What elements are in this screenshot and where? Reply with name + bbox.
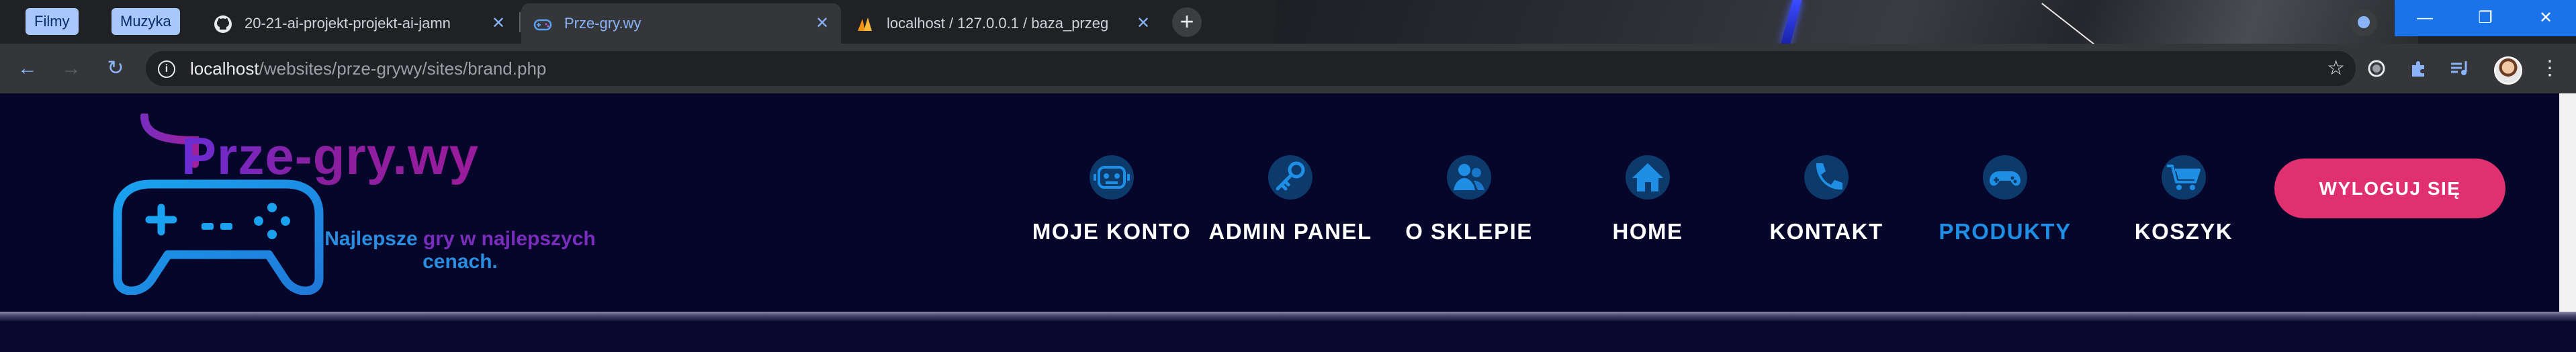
extensions-puzzle-icon[interactable] (2408, 58, 2430, 79)
nav-admin-panel[interactable]: ADMIN PANEL (1208, 154, 1371, 261)
bookmark-filmy[interactable]: Filmy (26, 8, 79, 35)
nav-home[interactable]: HOME (1570, 154, 1725, 261)
browser-toolbar: ← → ↻ i localhost/websites/prze-grywy/si… (0, 44, 2576, 93)
profile-avatar[interactable] (2494, 56, 2522, 85)
logout-button[interactable]: WYLOGUJ SIĘ (2274, 159, 2505, 218)
site-info-icon[interactable]: i (158, 60, 175, 78)
nav-label: HOME (1612, 219, 1683, 244)
tagline-part-3: cenach. (423, 251, 498, 273)
address-bar[interactable]: i localhost/websites/prze-grywy/sites/br… (146, 51, 2356, 86)
user-robot-icon (1090, 155, 1134, 200)
phpmyadmin-icon (858, 17, 872, 31)
tab-prze-gry-wy[interactable]: Prze-gry.wy ✕ (521, 3, 841, 44)
nav-label: O SKLEPIE (1405, 219, 1533, 244)
tab-title: 20-21-ai-projekt-projekt-ai-jamn (245, 15, 451, 32)
tab-search-button[interactable] (2350, 9, 2377, 36)
minimize-button[interactable]: — (2395, 0, 2455, 36)
logo-wordmark: Prze-gry.wy (181, 126, 480, 185)
extension-circle-icon[interactable] (2366, 58, 2387, 79)
restore-button[interactable]: ❐ (2455, 0, 2516, 36)
site-header: Prze-gry.wy Najlepsze gry w najlepszych c… (0, 93, 2576, 312)
nav-label: ADMIN PANEL (1208, 219, 1372, 244)
tab-title: Prze-gry.wy (564, 15, 641, 32)
media-queue-icon[interactable] (2450, 58, 2471, 79)
logo-tagline: Najlepsze gry w najlepszych cenach. (312, 228, 608, 273)
close-window-button[interactable]: ✕ (2516, 0, 2576, 36)
header-divider (0, 312, 2576, 321)
nav-koszyk[interactable]: KOSZYK (2106, 154, 2261, 261)
forward-button[interactable]: → (56, 54, 86, 83)
nav-kontakt[interactable]: KONTAKT (1749, 154, 1904, 261)
house-icon (1626, 155, 1670, 200)
address-url[interactable]: localhost/websites/prze-grywy/sites/bran… (190, 51, 546, 86)
close-tab-icon[interactable]: ✕ (1134, 3, 1153, 44)
tagline-part-1: Najlepsze (324, 228, 423, 250)
nav-label: MOJE KONTO (1032, 219, 1192, 244)
people-icon (1447, 155, 1491, 200)
tab-title: localhost / 127.0.0.1 / baza_przeg (887, 15, 1109, 32)
nav-label: PRODUKTY (1939, 219, 2072, 244)
close-tab-icon[interactable]: ✕ (813, 3, 832, 44)
gamepad-icon (1983, 155, 2027, 200)
page-scrollbar[interactable] (2559, 93, 2576, 312)
phone-icon (1804, 155, 1849, 200)
tab-github[interactable]: 20-21-ai-projekt-projekt-ai-jamn ✕ (202, 3, 517, 44)
nav-produkty[interactable]: PRODUKTY (1928, 154, 2082, 261)
nav-moje-konto[interactable]: MOJE KONTO (1032, 154, 1190, 261)
new-tab-button[interactable]: + (1172, 7, 1202, 37)
tab-phpmyadmin[interactable]: localhost / 127.0.0.1 / baza_przeg ✕ (844, 3, 1162, 44)
site-logo[interactable]: Prze-gry.wy Najlepsze gry w najlepszych c… (94, 114, 618, 295)
bookmark-muzyka[interactable]: Muzyka (112, 8, 180, 35)
key-icon (1268, 155, 1313, 200)
nav-label: KOSZYK (2134, 219, 2233, 244)
nav-o-sklepie[interactable]: O SKLEPIE (1392, 154, 1546, 261)
nav-label: KONTAKT (1769, 219, 1883, 244)
window-background (1276, 0, 2418, 44)
gamepad-icon (533, 19, 552, 31)
url-path: /websites/prze-grywy/sites/brand.php (259, 58, 547, 79)
reload-button[interactable]: ↻ (101, 54, 130, 83)
close-tab-icon[interactable]: ✕ (489, 3, 508, 44)
bookmark-star-icon[interactable]: ☆ (2327, 51, 2345, 86)
browser-tab-strip: Filmy Muzyka 20-21-ai-projekt-projekt-ai… (0, 0, 2576, 44)
page-content (0, 321, 2576, 352)
url-host: localhost (190, 58, 259, 79)
tagline-part-2: gry w najlepszych (423, 228, 596, 250)
back-button[interactable]: ← (13, 54, 42, 83)
browser-menu-icon[interactable]: ⋮ (2540, 55, 2560, 82)
github-icon (214, 15, 232, 33)
cart-icon (2162, 155, 2206, 200)
tab-separator (519, 12, 521, 32)
